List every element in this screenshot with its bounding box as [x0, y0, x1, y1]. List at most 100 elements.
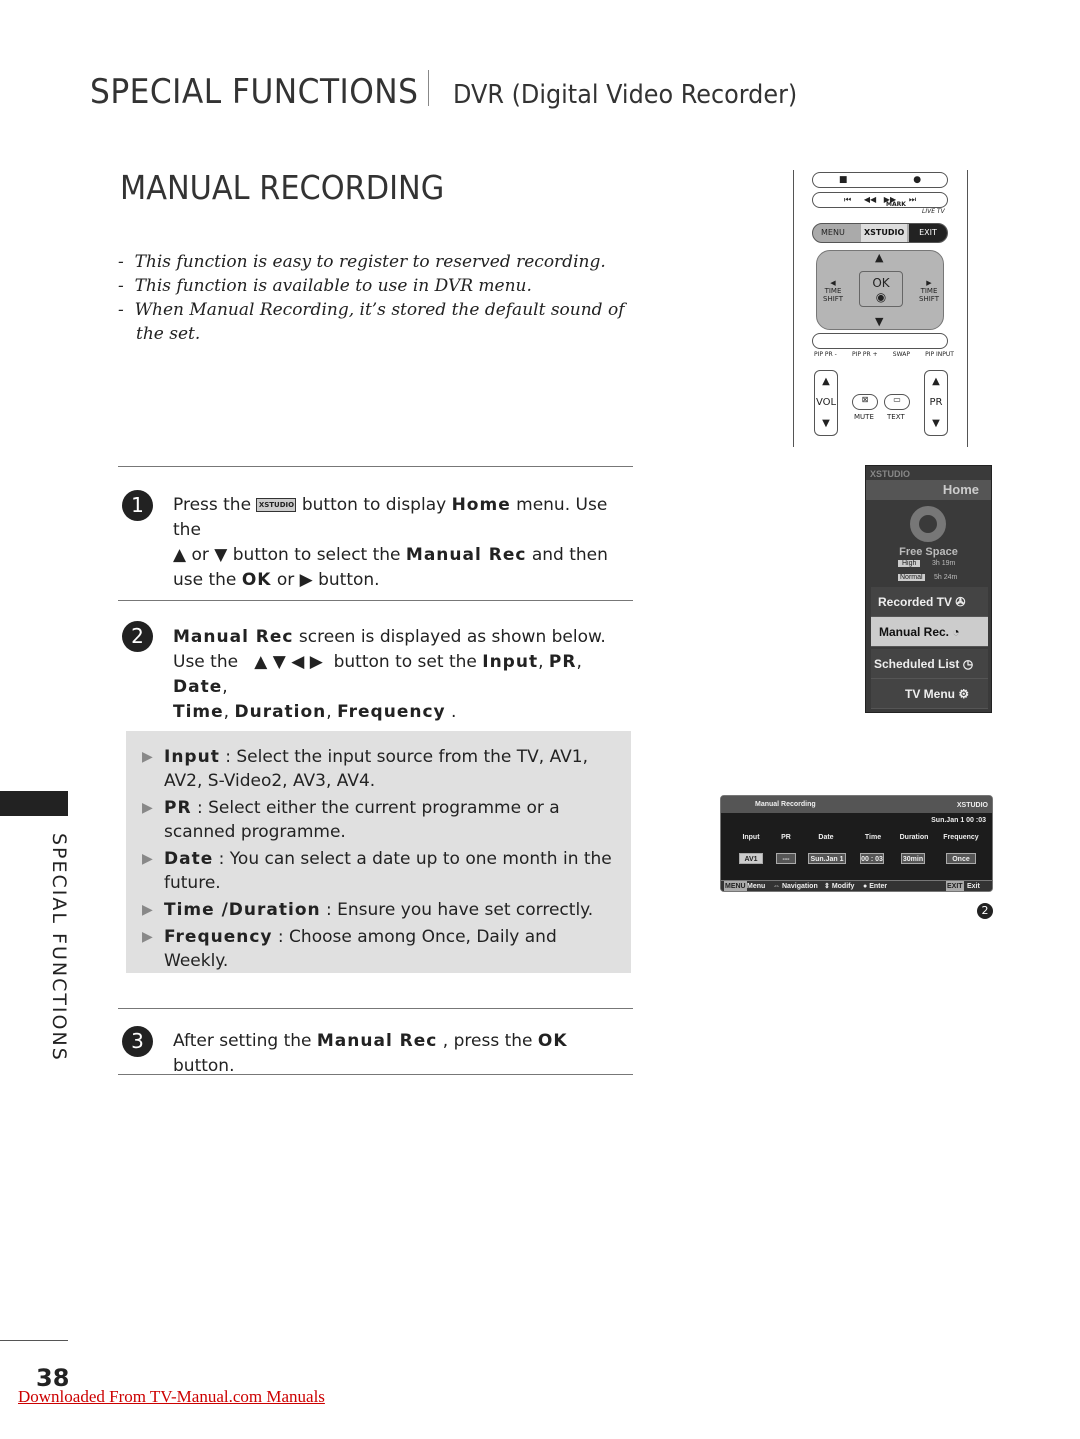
- t: PIP INPUT: [925, 351, 954, 358]
- menu-item-manual-rec: Manual Rec. ◔: [871, 617, 988, 647]
- brand-logo: XSTUDIO: [956, 802, 988, 809]
- quality-time: 3h 19m: [932, 560, 956, 567]
- divider: [118, 1074, 633, 1075]
- t: OK: [241, 570, 272, 590]
- triangle-icon: ▶: [142, 800, 153, 816]
- screen-title: Manual Recording: [755, 801, 816, 808]
- remote-control-illustration: ■ ● ⏮ ◀◀ ▶▶ ⏭ MARK LIVE TV MENU XSTUDIO …: [793, 170, 968, 447]
- menu-item-scheduled-list: Scheduled List ◷: [871, 649, 988, 679]
- t: Recorded TV: [878, 595, 953, 609]
- t: : Select the input source from the TV, A…: [164, 747, 588, 791]
- t: Exit: [967, 883, 980, 890]
- home-menu-screenshot: XSTUDIO Home Free Space High 3h 19m Norm…: [865, 465, 992, 713]
- intro-item: - This function is easy to register to r…: [118, 252, 606, 272]
- pr-value: ---: [776, 853, 796, 864]
- divider: [118, 1008, 633, 1009]
- t: Frequency: [164, 927, 273, 947]
- mute-icon: ⊠: [852, 394, 878, 410]
- t: PR: [548, 652, 577, 672]
- t: : Select either the current programme or…: [164, 798, 560, 842]
- option-item: ▶ PR : Select either the current programm…: [142, 796, 615, 844]
- menu-label: MENU: [821, 228, 845, 237]
- t: OK: [537, 1031, 568, 1051]
- ok-button: OK ◉: [859, 271, 903, 307]
- t: PR: [164, 798, 192, 818]
- t: Manual Rec: [405, 545, 527, 565]
- live-tv-label: LIVE TV: [922, 208, 945, 215]
- option-item: ▶ Time /Duration : Ensure you have set co…: [142, 898, 615, 922]
- free-space-label: Free Space: [899, 546, 958, 558]
- arrow-icons: ▲ ▼ ◀ ▶: [254, 652, 323, 672]
- t: TV Menu: [905, 687, 955, 701]
- step-number: 3: [122, 1026, 153, 1057]
- t: PIP PR +: [851, 351, 878, 358]
- section-title: SPECIAL FUNCTIONS: [90, 72, 419, 112]
- mute-label: MUTE: [854, 413, 874, 421]
- intro-text: This function is easy to register to res…: [134, 252, 606, 272]
- t: Input: [164, 747, 220, 767]
- triangle-icon: ▶: [142, 902, 153, 918]
- t: Manual Rec.: [879, 625, 950, 639]
- t: Navigation: [781, 883, 818, 890]
- intro-text: When Manual Recording, it’s stored the d…: [134, 300, 625, 344]
- t: Home: [451, 495, 511, 515]
- t: Press the: [173, 495, 252, 515]
- input-value: AV1: [739, 853, 763, 864]
- navigation-pad: ▲ ▼ ◀ TIME SHIFT ▶ TIME SHIFT OK ◉: [816, 250, 944, 330]
- t: Modify: [831, 883, 855, 890]
- intro-item: - When Manual Recording, it’s stored the…: [118, 300, 625, 344]
- menu-item-recorded-tv: Recorded TV ✇: [871, 587, 988, 617]
- option-item: ▶ Input : Select the input source from th…: [142, 745, 615, 793]
- t: button to display: [301, 495, 447, 515]
- t: EXIT: [946, 881, 964, 891]
- brand-logo: XSTUDIO: [870, 469, 911, 479]
- t: screen is displayed as shown below.: [298, 627, 606, 647]
- side-tab-label: SPECIAL FUNCTIONS: [48, 833, 70, 1062]
- step-number: 2: [122, 621, 153, 652]
- intro-item: - This function is available to use in D…: [118, 276, 532, 296]
- pip-row: [812, 333, 948, 349]
- triangle-icon: ▶: [142, 851, 153, 867]
- footer-download-link[interactable]: Downloaded From TV-Manual.com Manuals: [18, 1387, 325, 1407]
- t: , press the: [442, 1031, 533, 1051]
- t: PR: [929, 397, 943, 408]
- up-arrow-icon: ▲: [875, 251, 884, 264]
- step-number: 1: [122, 490, 153, 521]
- col-header: PR: [781, 834, 791, 841]
- t: Date: [173, 677, 223, 697]
- t: Scheduled List: [874, 657, 960, 671]
- step-3-text: After setting the Manual Rec , press the…: [173, 1029, 633, 1079]
- page-title: MANUAL RECORDING: [120, 168, 445, 207]
- t: Frequency: [337, 702, 446, 722]
- home-title: Home: [866, 480, 991, 500]
- time-shift-right: ▶ TIME SHIFT: [919, 279, 939, 303]
- t: MENU: [724, 881, 747, 891]
- gears-icon: ⚙: [958, 687, 970, 701]
- page-number-rule: [0, 1340, 68, 1341]
- xstudio-button-icon: XSTUDIO: [256, 498, 297, 512]
- t: Menu: [747, 883, 766, 890]
- quality-label: Normal: [898, 574, 925, 581]
- clock-record-icon: ◔: [952, 625, 960, 639]
- t: Manual Rec: [173, 627, 294, 647]
- quality-label: High: [898, 560, 921, 567]
- t: Time /Duration: [164, 900, 321, 920]
- header-divider: [428, 70, 429, 106]
- triangle-icon: ▶: [142, 929, 153, 945]
- t: Date: [164, 849, 214, 869]
- t: After setting the: [173, 1031, 312, 1051]
- col-header: Duration: [899, 834, 929, 841]
- t: Input: [482, 652, 539, 672]
- t: : You can select a date up to one month …: [164, 849, 612, 893]
- col-header: Input: [742, 834, 760, 841]
- screen-footer: MENU Menu ⇔ Navigation ⇕ Modify ● Enter …: [721, 880, 992, 891]
- t: Use the: [173, 652, 239, 672]
- triangle-icon: ▶: [142, 749, 153, 765]
- t: ▲ or ▼ button to select the: [173, 545, 401, 565]
- menu-item-tv-menu: TV Menu ⚙: [871, 679, 988, 709]
- col-header: Time: [864, 834, 882, 841]
- col-header: Date: [818, 834, 834, 841]
- t: button.: [173, 1056, 235, 1076]
- menu-row: MENU XSTUDIO EXIT: [812, 223, 948, 243]
- frequency-value: Once: [946, 853, 976, 864]
